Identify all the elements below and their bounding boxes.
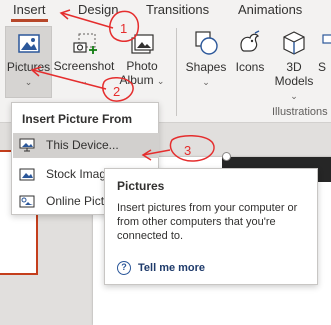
smartart-icon (322, 34, 331, 44)
icons-label: Icons (235, 60, 265, 74)
tooltip-title: Pictures (117, 179, 165, 193)
smartart-label: S (318, 60, 327, 74)
illustrations-group-label: Illustrations (272, 106, 328, 118)
pictures-tooltip: Pictures Insert pictures from your compu… (104, 168, 318, 285)
photo-album-label-2: Album (119, 73, 154, 87)
chevron-down-icon: ⌄ (202, 77, 210, 87)
tooltip-description: Insert pictures from your computer or fr… (117, 202, 298, 242)
group-divider (176, 28, 177, 116)
monitor-picture-icon (19, 138, 35, 152)
screenshot-icon (73, 33, 97, 54)
shapes-icon (195, 31, 218, 55)
smartart-button[interactable]: S (318, 26, 331, 98)
chevron-down-icon: ⌄ (24, 77, 33, 87)
pictures-icon (17, 34, 40, 53)
menu-item-label: This Device... (46, 138, 119, 152)
3d-cube-icon (283, 31, 305, 55)
help-icon: ? (117, 261, 131, 275)
photo-album-label: Photo (126, 59, 158, 73)
ribbon-tab-bar: Insert Design Transitions Animations (0, 0, 331, 22)
tab-insert[interactable]: Insert (13, 2, 46, 18)
menu-item-label: Stock Imag (46, 167, 107, 181)
stock-images-icon (19, 168, 35, 181)
tab-animations[interactable]: Animations (238, 2, 302, 18)
3d-models-label-2: Models (274, 74, 314, 88)
chevron-down-icon: ⌄ (290, 91, 298, 101)
photo-album-icon (131, 34, 154, 54)
chevron-down-icon: ⌄ (156, 76, 165, 86)
resize-handle[interactable] (222, 152, 231, 161)
pictures-label: Pictures (6, 60, 51, 74)
tell-me-more-label: Tell me more (138, 262, 206, 274)
3d-models-button[interactable]: 3D Models ⌄ (272, 26, 316, 101)
chevron-down-icon: ⌄ (80, 76, 88, 86)
dropdown-header: Insert Picture From (22, 112, 133, 126)
shapes-label: Shapes (185, 60, 227, 74)
pictures-button[interactable]: Pictures ⌄ (5, 26, 52, 98)
icons-button[interactable]: Icons (232, 26, 268, 98)
screenshot-label: Screenshot (53, 59, 115, 73)
3d-models-label: 3D (286, 60, 302, 74)
tab-transitions[interactable]: Transitions (146, 2, 209, 18)
icons-icon (240, 30, 260, 52)
screenshot-button[interactable]: Screenshot ⌄ (53, 26, 115, 98)
shapes-button[interactable]: Shapes ⌄ (182, 26, 230, 98)
menu-item-label: Online Pict (46, 194, 105, 208)
online-pictures-icon (19, 195, 35, 208)
photo-album-button[interactable]: Photo Album ⌄ (117, 26, 167, 98)
tab-design[interactable]: Design (78, 2, 118, 18)
menu-item-this-device[interactable]: This Device... (13, 133, 159, 158)
